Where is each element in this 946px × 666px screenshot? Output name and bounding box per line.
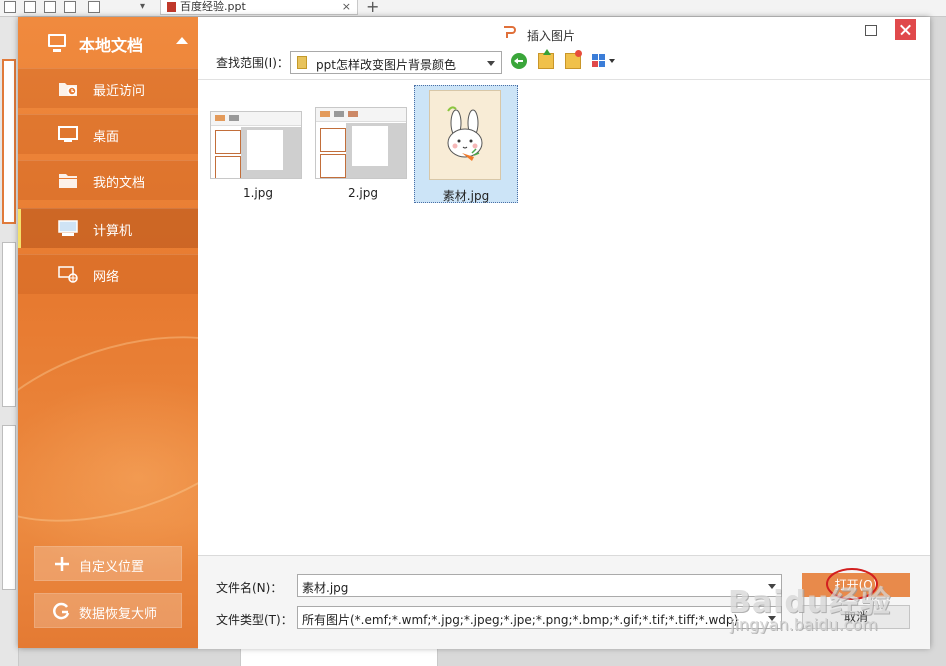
look-in-dropdown[interactable]: ppt怎样改变图片背景颜色 <box>290 51 502 74</box>
insert-picture-dialog: 本地文档 最近访问 桌面 我的文档 计算机 网络 自定义位置 数据恢复大师 插入… <box>18 17 930 649</box>
filetype-dropdown[interactable]: 所有图片(*.emf;*.wmf;*.jpg;*.jpeg;*.jpe;*.pn… <box>297 606 782 629</box>
close-tab-icon[interactable]: × <box>342 0 351 13</box>
maximize-button[interactable] <box>865 25 877 36</box>
slide-thumbnail[interactable] <box>2 425 16 590</box>
sidebar-item-label: 网络 <box>93 270 120 285</box>
rabbit-illustration <box>447 106 483 161</box>
chevron-down-icon <box>768 616 776 621</box>
sidebar-item-desktop[interactable]: 桌面 <box>18 114 198 154</box>
filename-value: 素材.jpg <box>302 581 349 595</box>
sidebar-item-label: 桌面 <box>93 130 120 145</box>
custom-location-button[interactable]: 自定义位置 <box>34 546 182 581</box>
look-in-value: ppt怎样改变图片背景颜色 <box>316 58 456 72</box>
sidebar-item-label: 计算机 <box>93 224 133 239</box>
sidebar-item-label: 最近访问 <box>93 84 146 99</box>
dialog-title: 插入图片 <box>527 29 576 43</box>
new-tab-icon[interactable]: + <box>366 0 379 16</box>
background-toolbar: ▾ 百度经验.ppt × + <box>0 0 946 17</box>
computer-icon <box>58 220 78 236</box>
open-button[interactable]: 打开(O) <box>802 568 910 600</box>
document-tab[interactable]: 百度经验.ppt × <box>160 0 358 15</box>
dialog-footer: 文件名(N)： 素材.jpg 文件类型(T)： 所有图片(*.emf;*.wmf… <box>198 555 930 649</box>
filetype-label: 文件类型(T)： <box>216 613 293 627</box>
sidebar-item-label: 我的文档 <box>93 176 146 191</box>
cancel-button[interactable]: 取消 <box>802 605 910 629</box>
documents-folder-icon <box>59 174 77 188</box>
toolbar-icon[interactable] <box>24 1 36 13</box>
rabbit-image-thumbnail <box>429 90 501 180</box>
collapse-caret-icon[interactable] <box>176 37 188 44</box>
cancel-button-label: 取消 <box>843 610 868 624</box>
look-in-label: 查找范围(I)： <box>216 56 289 70</box>
sidebar-header-title: 本地文档 <box>79 36 144 55</box>
data-recovery-button[interactable]: 数据恢复大师 <box>34 593 182 628</box>
sidebar-header[interactable]: 本地文档 <box>18 17 198 67</box>
file-name: 1.jpg <box>242 186 274 200</box>
up-folder-icon[interactable] <box>538 49 554 69</box>
sidebar-item-my-documents[interactable]: 我的文档 <box>18 160 198 200</box>
print-icon[interactable] <box>44 1 56 13</box>
sidebar-item-network[interactable]: 网络 <box>18 254 198 294</box>
plus-icon <box>55 557 69 571</box>
file-name: 2.jpg <box>347 186 379 200</box>
file-item[interactable]: 1.jpg <box>206 85 310 203</box>
background-status-area <box>240 648 438 666</box>
close-button[interactable] <box>895 19 916 40</box>
file-thumbnail <box>210 111 302 179</box>
folder-icon <box>297 56 307 69</box>
custom-location-label: 自定义位置 <box>79 560 145 575</box>
file-thumbnail <box>315 107 407 179</box>
highlight-circle <box>826 568 878 600</box>
sidebar: 本地文档 最近访问 桌面 我的文档 计算机 网络 自定义位置 数据恢复大师 <box>18 17 198 648</box>
recent-folder-icon <box>59 83 77 96</box>
preview-icon[interactable] <box>64 1 76 13</box>
file-list: 1.jpg 2.jpg 素材.jpg <box>198 79 930 556</box>
slide-thumbnail[interactable] <box>2 242 16 407</box>
chevron-down-icon <box>487 61 495 66</box>
undo-icon[interactable] <box>88 1 100 13</box>
document-tab-title: 百度经验.ppt <box>180 0 246 13</box>
ppt-file-icon <box>167 2 176 12</box>
back-icon[interactable] <box>511 53 527 69</box>
new-folder-icon[interactable] <box>565 50 582 69</box>
filename-label: 文件名(N)： <box>216 581 283 595</box>
file-item-selected[interactable]: 素材.jpg <box>414 85 518 203</box>
view-menu-icon[interactable] <box>592 54 606 68</box>
sidebar-item-computer[interactable]: 计算机 <box>18 208 198 248</box>
network-icon <box>58 266 78 283</box>
toolbar-dropdown-icon[interactable]: ▾ <box>140 1 152 13</box>
sidebar-item-recent[interactable]: 最近访问 <box>18 68 198 108</box>
wps-logo-icon <box>504 26 516 38</box>
slide-thumbnail-pane <box>0 17 19 666</box>
computer-icon <box>48 34 66 52</box>
data-recovery-label: 数据恢复大师 <box>79 607 158 622</box>
dialog-titlebar: 插入图片 <box>198 17 930 47</box>
desktop-icon <box>58 126 78 142</box>
file-name: 素材.jpg <box>442 189 490 203</box>
filename-input[interactable]: 素材.jpg <box>297 574 782 597</box>
slide-thumbnail[interactable] <box>2 59 16 224</box>
filetype-value: 所有图片(*.emf;*.wmf;*.jpg;*.jpeg;*.jpe;*.pn… <box>302 613 739 627</box>
recovery-icon <box>53 602 70 620</box>
dialog-main: 插入图片 查找范围(I)： ppt怎样改变图片背景颜色 1.jpg 2.jpg … <box>198 17 930 649</box>
view-dropdown-arrow-icon[interactable] <box>609 59 615 63</box>
file-item[interactable]: 2.jpg <box>311 85 415 203</box>
chevron-down-icon[interactable] <box>768 584 776 589</box>
toolbar-icon[interactable] <box>4 1 16 13</box>
